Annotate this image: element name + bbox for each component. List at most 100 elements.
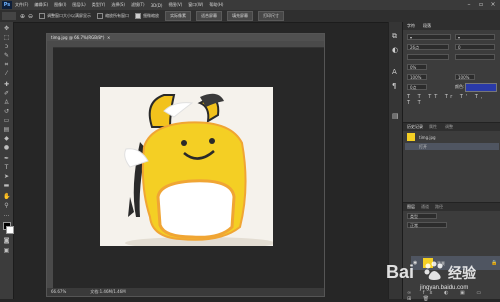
restore-icon[interactable]: ▫ [477, 1, 485, 8]
font-size-field[interactable]: 26点 [407, 44, 449, 50]
layer-filter-dropdown[interactable]: 类型 [407, 213, 437, 219]
actual-pixels-button[interactable]: 实际像素 [165, 11, 192, 21]
zoom-out-icon[interactable]: ⊖ [28, 13, 33, 20]
character-panel-header: 字符 段落 [403, 22, 500, 30]
brush-tool-icon[interactable]: ✐ [3, 91, 10, 97]
color-label: 颜色: [455, 84, 465, 89]
screen-mode-icon[interactable]: ▣ [3, 248, 10, 254]
history-brush-icon[interactable]: ↺ [3, 109, 10, 115]
resize-windows-checkbox[interactable]: 调整窗口大小以满屏显示 [39, 13, 91, 19]
document-window: timg.jpg @ 66.7%(RGB/8*) × 66.67% 文档:1.4… [46, 33, 325, 297]
zoom-in-icon[interactable]: ⊕ [20, 13, 25, 20]
lasso-tool-icon[interactable]: ↄ [3, 44, 10, 50]
zoom-level[interactable]: 66.67% [51, 288, 66, 296]
watermark-site: jingyan.baidu.com [419, 285, 468, 291]
close-tab-icon[interactable]: × [107, 34, 110, 41]
tab-character[interactable]: 字符 [403, 22, 419, 29]
tab-paragraph[interactable]: 段落 [419, 22, 435, 29]
document-size: 文档:1.46M/1.46M [90, 289, 126, 294]
shape-tool-icon[interactable]: ▬ [3, 183, 10, 189]
tab-properties[interactable]: 属性 [425, 123, 441, 130]
history-state-name: 打开 [419, 144, 427, 149]
quick-mask-icon[interactable]: ◙ [3, 238, 10, 244]
tsume-field[interactable]: 0% [407, 64, 427, 70]
menu-type[interactable]: 类型(Y) [92, 2, 106, 8]
font-family-dropdown[interactable]: ▾ [407, 34, 451, 40]
baidu-watermark-logo: Bai 经验 jingyan.baidu.com [386, 261, 477, 291]
character-panel-icon[interactable]: A [392, 68, 397, 76]
print-size-button[interactable]: 打印尺寸 [258, 11, 285, 21]
tab-paths[interactable]: 路径 [431, 203, 447, 210]
horizontal-scale-field[interactable]: 100% [455, 74, 475, 80]
snapshot-thumbnail [407, 133, 415, 141]
status-bar: 66.67% 文档:1.46M/1.46M [47, 288, 324, 296]
history-panel-icon[interactable]: ⧉ [392, 32, 397, 41]
tab-adjustments[interactable]: 调整 [441, 123, 457, 130]
marquee-tool-icon[interactable]: ⬚ [3, 35, 10, 41]
gradient-tool-icon[interactable]: ▤ [3, 127, 10, 133]
pen-tool-icon[interactable]: ✒ [3, 156, 10, 162]
scrubby-zoom-checkbox[interactable]: 细微缩放 [135, 13, 159, 19]
watermark-brand-a: Bai [386, 262, 414, 282]
zoom-tool-icon[interactable]: ⚲ [3, 203, 10, 209]
menu-edit[interactable]: 编辑(E) [34, 2, 48, 8]
more-tools-icon[interactable]: … [3, 212, 10, 218]
baseline-shift-field[interactable]: 0点 [407, 84, 427, 90]
menu-layer[interactable]: 图层(L) [72, 2, 85, 8]
menu-filter[interactable]: 滤镜(T) [131, 2, 145, 8]
tools-panel: ✥ ⬚ ↄ ✎ ⌗ ⁄ ✚ ✐ ♙ ↺ ▭ ▤ ◆ ● ✒ T ➤ ▬ ✋ ⚲ … [0, 22, 14, 299]
eraser-tool-icon[interactable]: ▭ [3, 118, 10, 124]
dodge-tool-icon[interactable]: ● [3, 145, 10, 151]
menu-window[interactable]: 窗口(W) [188, 2, 203, 8]
leading-field[interactable]: 0 [455, 44, 495, 50]
document-tab[interactable]: timg.jpg @ 66.7%(RGB/8*) × [47, 34, 324, 41]
menu-select[interactable]: 选择(S) [111, 2, 125, 8]
history-panel-header: 历史记录 属性 调整 [403, 122, 500, 131]
blend-mode-dropdown[interactable]: 正常 [407, 222, 447, 228]
stamp-tool-icon[interactable]: ♙ [3, 100, 10, 106]
quick-select-tool-icon[interactable]: ✎ [3, 53, 10, 59]
type-tool-icon[interactable]: T [3, 165, 10, 171]
hand-tool-icon[interactable]: ✋ [3, 194, 10, 200]
layers-panel-icon[interactable]: ▤ [392, 112, 399, 120]
history-snapshot-row[interactable]: timg.jpg [405, 132, 499, 142]
close-icon[interactable]: × [489, 1, 497, 8]
zoom-tool-preset[interactable] [2, 12, 16, 20]
canvas-image[interactable] [100, 87, 273, 246]
baidu-jingyan-watermark: Bai 经验 jingyan.baidu.com [382, 254, 500, 294]
healing-tool-icon[interactable]: ✚ [3, 82, 10, 88]
text-color-swatch[interactable] [465, 83, 497, 92]
path-select-icon[interactable]: ➤ [3, 174, 10, 180]
vertical-scale-field[interactable]: 100% [407, 74, 427, 80]
background-color-swatch[interactable] [6, 226, 14, 234]
paragraph-panel-icon[interactable]: ¶ [392, 82, 396, 90]
history-state-row[interactable]: 打开 [405, 143, 499, 150]
crop-tool-icon[interactable]: ⌗ [3, 62, 10, 68]
horizontal-ruler [47, 41, 324, 48]
font-style-dropdown[interactable]: ▾ [455, 34, 495, 40]
menu-3d[interactable]: 3D(D) [151, 3, 163, 8]
minimize-icon[interactable]: – [465, 1, 473, 8]
adjust-panel-icon[interactable]: ◐ [392, 46, 398, 54]
layers-panel-header: 图层 通道 路径 [403, 202, 500, 211]
menu-help[interactable]: 帮助(H) [209, 2, 223, 8]
snapshot-name: timg.jpg [419, 135, 436, 140]
kerning-field[interactable] [407, 54, 449, 60]
backpack-photo [100, 87, 273, 246]
tab-history[interactable]: 历史记录 [403, 123, 427, 130]
blur-tool-icon[interactable]: ◆ [3, 136, 10, 142]
menu-image[interactable]: 图像(I) [54, 2, 66, 8]
vertical-ruler [47, 47, 53, 288]
fit-screen-button[interactable]: 适合屏幕 [196, 11, 223, 21]
menu-file[interactable]: 文件(F) [15, 2, 28, 8]
zoom-all-checkbox[interactable]: 缩放所有窗口 [97, 13, 129, 19]
watermark-brand-b: 经验 [448, 265, 477, 282]
type-style-buttons[interactable]: T T TT Tr T' T, T T [407, 94, 495, 106]
fill-screen-button[interactable]: 填充屏幕 [227, 11, 254, 21]
tracking-field[interactable] [455, 54, 495, 60]
photoshop-logo: Ps [2, 1, 12, 9]
menu-bar: Ps 文件(F) 编辑(E) 图像(I) 图层(L) 类型(Y) 选择(S) 滤… [0, 0, 500, 10]
move-tool-icon[interactable]: ✥ [3, 26, 10, 32]
eyedropper-tool-icon[interactable]: ⁄ [3, 71, 10, 77]
menu-view[interactable]: 视图(V) [168, 2, 182, 8]
